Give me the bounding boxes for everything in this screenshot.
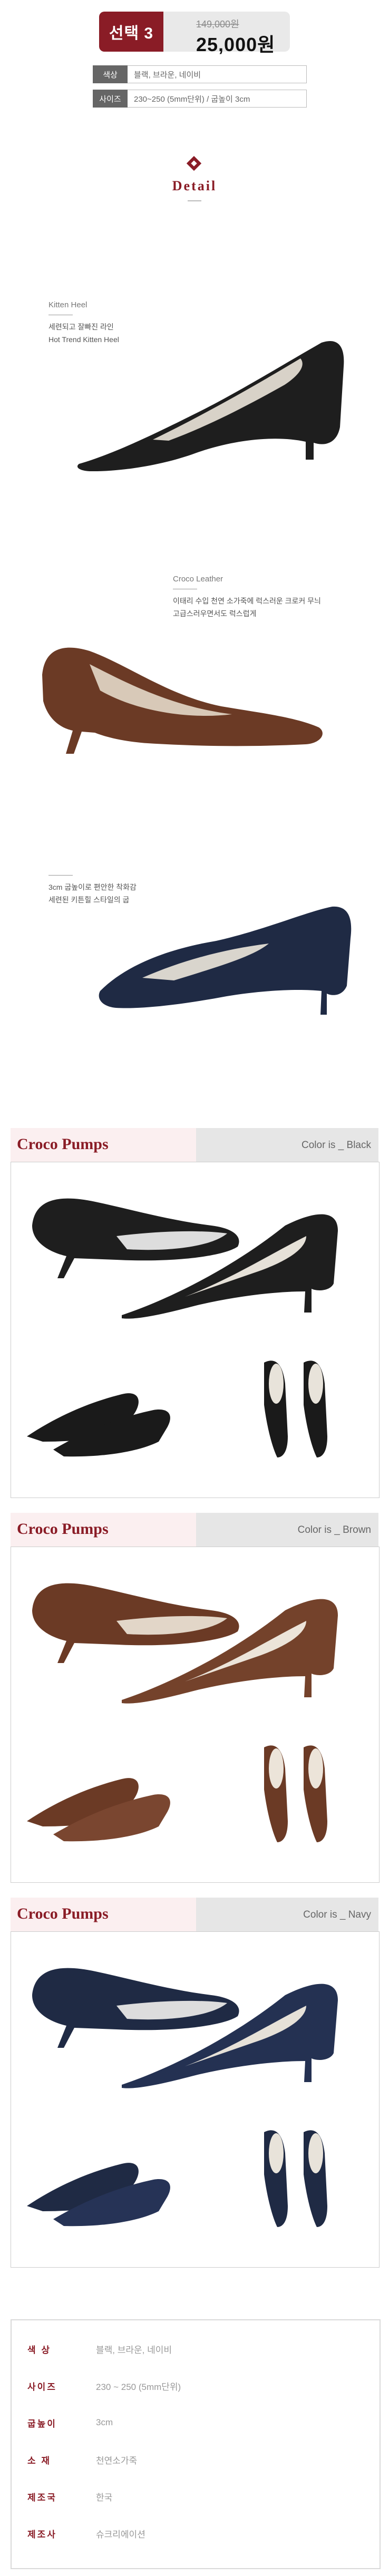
feature-line: 이태리 수입 천연 소가죽에 럭스러운 크로커 무늬 bbox=[173, 597, 321, 605]
black-shoe-pair-image bbox=[27, 1198, 338, 1457]
section-title: Croco Pumps bbox=[17, 1135, 109, 1153]
option-select-badge: 선택 3 bbox=[99, 12, 163, 52]
spec-row: 사이즈 230 ~ 250 (5mm단위) bbox=[27, 2375, 181, 2396]
feature-line: 3cm 굽높이로 편안한 착화감 bbox=[48, 883, 137, 891]
feature-title: Croco Leather bbox=[173, 575, 223, 584]
detail-title: Detail bbox=[172, 178, 217, 193]
section-title: Croco Pumps bbox=[17, 1905, 109, 1922]
spec-key: 제조국 bbox=[27, 2492, 57, 2503]
section-title: Croco Pumps bbox=[17, 1520, 109, 1538]
section-title-bg: Croco Pumps bbox=[11, 1513, 196, 1547]
divider bbox=[48, 875, 73, 876]
brown-shoe-photo-panel bbox=[11, 1547, 380, 1883]
section-color-bg: Color is _ Black bbox=[196, 1128, 378, 1162]
feature-title: Kitten Heel bbox=[48, 300, 87, 309]
option-label: 사이즈 bbox=[93, 90, 128, 108]
spec-key: 색 상 bbox=[27, 2345, 52, 2355]
diamond-icon bbox=[186, 155, 202, 171]
option-value: 230~250 (5mm단위) / 굽높이 3cm bbox=[128, 90, 307, 108]
section-title-bg: Croco Pumps bbox=[11, 1128, 196, 1162]
spec-row: 굽높이 3cm bbox=[27, 2412, 113, 2433]
sale-price: 25,000원 bbox=[196, 34, 276, 55]
navy-shoe-photo-panel bbox=[11, 1931, 380, 2268]
spec-key: 굽높이 bbox=[27, 2418, 57, 2429]
section-header-brown: Croco Pumps Color is _ Brown bbox=[11, 1513, 378, 1547]
section-title-bg: Croco Pumps bbox=[11, 1898, 196, 1931]
feature-caption: Croco Leather 이태리 수입 천연 소가죽에 럭스러운 크로커 무늬… bbox=[173, 575, 384, 620]
spec-key: 소 재 bbox=[27, 2455, 52, 2466]
section-header-navy: Croco Pumps Color is _ Navy bbox=[11, 1898, 378, 1931]
black-shoe-side-image bbox=[74, 322, 348, 480]
spec-value: 슈크리에이션 bbox=[96, 2529, 145, 2540]
navy-shoe-side-image bbox=[95, 896, 358, 1028]
spec-key: 제조사 bbox=[27, 2529, 57, 2540]
section-header-black: Croco Pumps Color is _ Black bbox=[11, 1128, 378, 1162]
spec-row: 제조국 한국 bbox=[27, 2486, 112, 2507]
option-label: 색상 bbox=[93, 65, 128, 83]
black-shoe-photo-panel bbox=[11, 1162, 380, 1498]
feature-line: 고급스러우면서도 럭스럽게 bbox=[173, 609, 257, 618]
price-box: 149,000원 25,000원 bbox=[163, 12, 290, 55]
spec-value: 230 ~ 250 (5mm단위) bbox=[96, 2381, 181, 2392]
brown-shoe-side-image bbox=[32, 627, 327, 759]
navy-shoe-pair-image bbox=[27, 1968, 338, 2227]
spec-value: 블랙, 브라운, 네이비 bbox=[96, 2345, 172, 2355]
brown-shoe-pair-image bbox=[27, 1583, 338, 1842]
original-price: 149,000원 bbox=[196, 19, 239, 30]
color-label: Color is _ Navy bbox=[303, 1909, 371, 1920]
spec-table: 색 상 블랙, 브라운, 네이비 사이즈 230 ~ 250 (5mm단위) 굽… bbox=[11, 2319, 381, 2569]
spec-value: 한국 bbox=[96, 2492, 113, 2503]
spec-value: 천연소가죽 bbox=[96, 2455, 138, 2466]
spec-row: 소 재 천연소가죽 bbox=[27, 2449, 137, 2470]
option-value: 블랙, 브라운, 네이비 bbox=[128, 65, 307, 83]
spec-row: 제조사 슈크리에이션 bbox=[27, 2523, 145, 2544]
option-row-size: 사이즈 230~250 (5mm단위) / 굽높이 3cm bbox=[93, 90, 307, 108]
divider bbox=[188, 200, 201, 201]
spec-row: 색 상 블랙, 브라운, 네이비 bbox=[27, 2338, 172, 2359]
color-label: Color is _ Black bbox=[302, 1140, 371, 1151]
spec-value: 3cm bbox=[96, 2417, 113, 2427]
option-row-color: 색상 블랙, 브라운, 네이비 bbox=[93, 65, 307, 83]
color-label: Color is _ Brown bbox=[297, 1524, 371, 1535]
spec-key: 사이즈 bbox=[27, 2381, 57, 2392]
section-color-bg: Color is _ Navy bbox=[196, 1898, 378, 1931]
section-color-bg: Color is _ Brown bbox=[196, 1513, 378, 1547]
